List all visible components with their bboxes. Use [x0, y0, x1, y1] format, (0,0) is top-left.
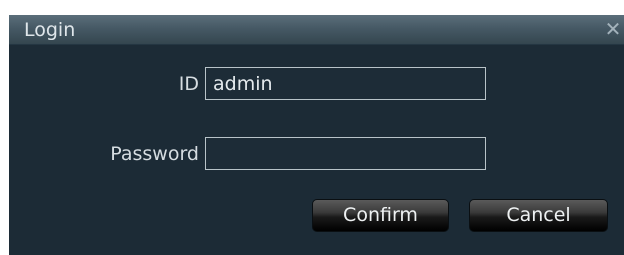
confirm-button[interactable]: Confirm	[312, 199, 449, 232]
dialog-titlebar[interactable]: Login ✕	[9, 15, 624, 45]
dialog-title: Login	[24, 19, 76, 41]
id-input[interactable]	[205, 67, 486, 100]
id-label: ID	[178, 73, 199, 95]
password-input[interactable]	[205, 137, 486, 170]
login-dialog: Login ✕ ID Password Confirm Cancel	[9, 15, 624, 255]
close-icon[interactable]: ✕	[604, 19, 622, 39]
password-label: Password	[110, 143, 199, 165]
dialog-body: ID Password Confirm Cancel	[9, 45, 624, 255]
cancel-button[interactable]: Cancel	[469, 199, 608, 232]
